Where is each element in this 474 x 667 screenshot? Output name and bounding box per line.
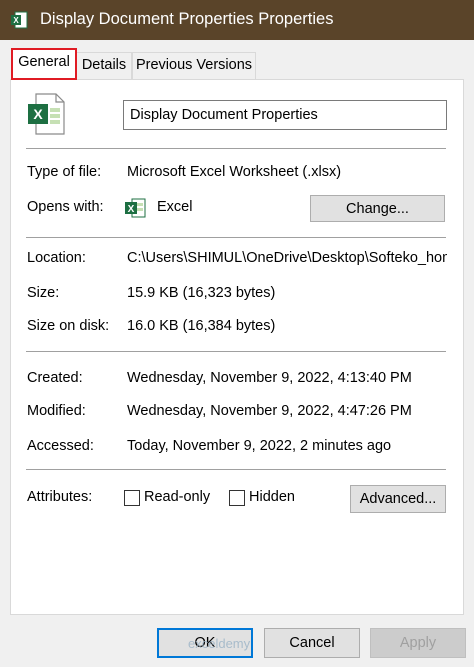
window-title: Display Document Properties Properties: [40, 10, 334, 28]
divider: [26, 237, 446, 238]
attributes-label: Attributes:: [27, 489, 93, 505]
created-label: Created:: [27, 370, 83, 386]
title-bar: X Display Document Properties Properties: [0, 0, 474, 40]
read-only-checkbox[interactable]: [124, 490, 140, 506]
read-only-label[interactable]: Read-only: [144, 489, 210, 505]
tab-strip: General Details Previous Versions: [0, 40, 474, 80]
opens-with-label: Opens with:: [27, 199, 104, 215]
created-value: Wednesday, November 9, 2022, 4:13:40 PM: [127, 370, 412, 386]
modified-label: Modified:: [27, 403, 86, 419]
cancel-button[interactable]: Cancel: [264, 628, 360, 658]
accessed-label: Accessed:: [27, 438, 94, 454]
hidden-label[interactable]: Hidden: [249, 489, 295, 505]
tab-details[interactable]: Details: [76, 52, 132, 79]
tab-previous-versions[interactable]: Previous Versions: [132, 52, 256, 79]
size-value: 15.9 KB (16,323 bytes): [127, 285, 276, 301]
divider: [26, 351, 446, 352]
excel-app-icon: X: [125, 198, 146, 218]
location-value: C:\Users\SHIMUL\OneDrive\Desktop\Softeko…: [127, 250, 447, 266]
svg-text:X: X: [13, 16, 19, 25]
tab-general[interactable]: General: [12, 49, 76, 80]
type-of-file-value: Microsoft Excel Worksheet (.xlsx): [127, 164, 342, 180]
svg-text:X: X: [128, 204, 135, 215]
svg-text:X: X: [33, 106, 43, 122]
file-name-field[interactable]: [123, 100, 447, 130]
excel-icon: X: [11, 11, 28, 29]
divider: [26, 148, 446, 149]
type-of-file-label: Type of file:: [27, 164, 102, 180]
size-on-disk-value: 16.0 KB (16,384 bytes): [127, 318, 276, 334]
hidden-checkbox[interactable]: [229, 490, 245, 506]
accessed-value: Today, November 9, 2022, 2 minutes ago: [127, 438, 392, 454]
apply-button[interactable]: Apply: [370, 628, 466, 658]
size-on-disk-label: Size on disk:: [27, 318, 110, 334]
size-label: Size:: [27, 285, 60, 301]
opens-with-value: Excel: [157, 199, 193, 215]
modified-value: Wednesday, November 9, 2022, 4:47:26 PM: [127, 403, 412, 419]
divider: [26, 469, 446, 470]
ok-button[interactable]: OK: [157, 628, 253, 658]
advanced-button[interactable]: Advanced...: [350, 485, 446, 513]
location-label: Location:: [27, 250, 86, 266]
excel-file-icon: X: [28, 93, 65, 135]
general-panel: [10, 79, 464, 615]
change-button[interactable]: Change...: [310, 195, 445, 222]
